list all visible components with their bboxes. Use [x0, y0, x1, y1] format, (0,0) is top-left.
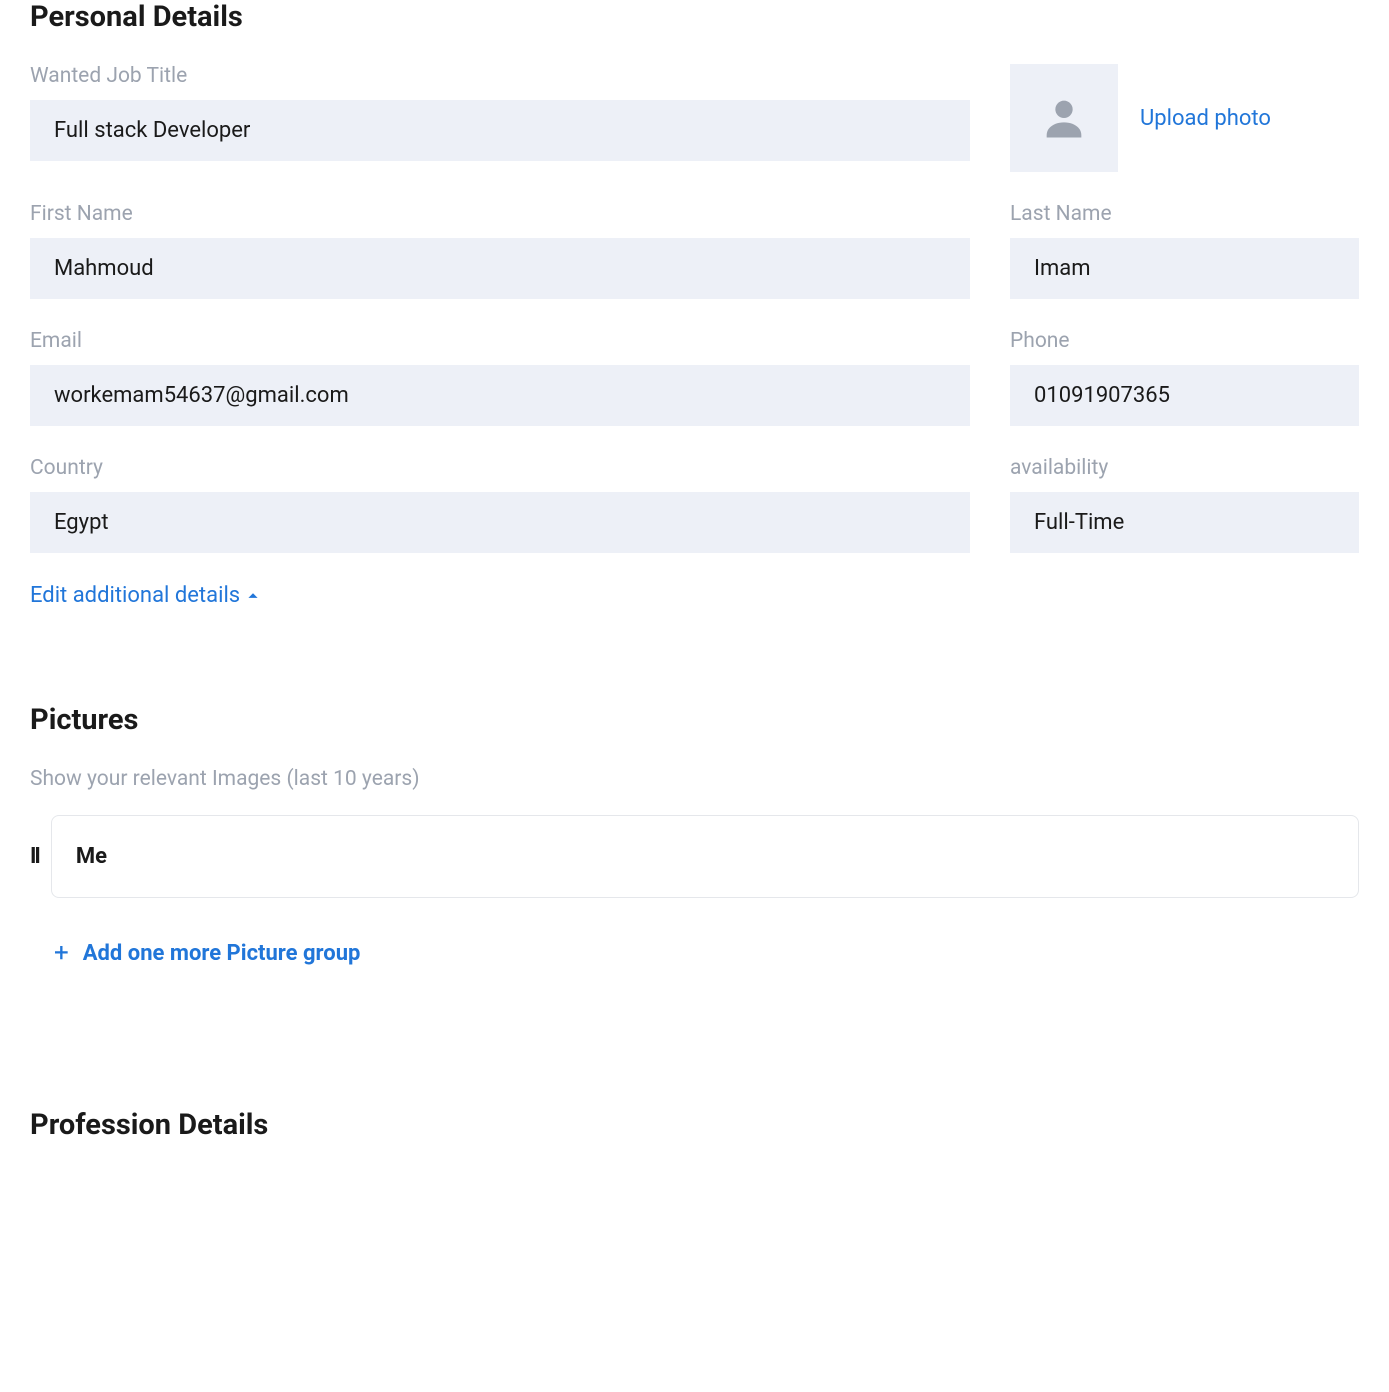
phone-group: Phone: [1010, 329, 1359, 426]
personal-details-title: Personal Details: [30, 0, 1359, 34]
upload-photo-group: Upload photo: [1010, 64, 1271, 172]
job-title-input[interactable]: [30, 100, 970, 161]
last-name-label: Last Name: [1010, 202, 1359, 226]
job-title-group: Wanted Job Title: [30, 64, 970, 161]
email-input[interactable]: [30, 365, 970, 426]
country-label: Country: [30, 456, 970, 480]
add-picture-group-button[interactable]: + Add one more Picture group: [54, 938, 360, 968]
availability-group: availability: [1010, 456, 1359, 553]
plus-icon: +: [54, 938, 69, 968]
email-group: Email: [30, 329, 970, 426]
upload-photo-link[interactable]: Upload photo: [1140, 106, 1271, 131]
edit-additional-details-link[interactable]: Edit additional details: [30, 583, 264, 608]
person-icon: [1038, 92, 1090, 144]
avatar-placeholder[interactable]: [1010, 64, 1118, 172]
last-name-group: Last Name: [1010, 202, 1359, 299]
email-label: Email: [30, 329, 970, 353]
job-title-label: Wanted Job Title: [30, 64, 970, 88]
chevron-up-icon: [242, 585, 264, 607]
first-name-input[interactable]: [30, 238, 970, 299]
add-picture-group-label: Add one more Picture group: [83, 941, 361, 966]
profession-details-title: Profession Details: [30, 1108, 1359, 1142]
job-title-upload-row: Wanted Job Title Upload photo: [30, 64, 1359, 172]
location-row: Country availability: [30, 456, 1359, 553]
pictures-section: Pictures Show your relevant Images (last…: [30, 703, 1359, 968]
name-row: First Name Last Name: [30, 202, 1359, 299]
pictures-subtitle: Show your relevant Images (last 10 years…: [30, 767, 1359, 791]
picture-item-row: II Me: [30, 815, 1359, 898]
availability-label: availability: [1010, 456, 1359, 480]
first-name-label: First Name: [30, 202, 970, 226]
picture-card[interactable]: Me: [51, 815, 1359, 898]
contact-row: Email Phone: [30, 329, 1359, 426]
picture-card-title: Me: [76, 844, 1334, 869]
edit-additional-details-label: Edit additional details: [30, 583, 240, 608]
first-name-group: First Name: [30, 202, 970, 299]
personal-details-section: Personal Details Wanted Job Title Upload…: [30, 0, 1359, 608]
pictures-title: Pictures: [30, 703, 1359, 737]
country-input[interactable]: [30, 492, 970, 553]
drag-handle-icon[interactable]: II: [30, 844, 39, 869]
country-group: Country: [30, 456, 970, 553]
phone-label: Phone: [1010, 329, 1359, 353]
phone-input[interactable]: [1010, 365, 1359, 426]
availability-input[interactable]: [1010, 492, 1359, 553]
profession-details-section: Profession Details: [30, 1108, 1359, 1142]
last-name-input[interactable]: [1010, 238, 1359, 299]
